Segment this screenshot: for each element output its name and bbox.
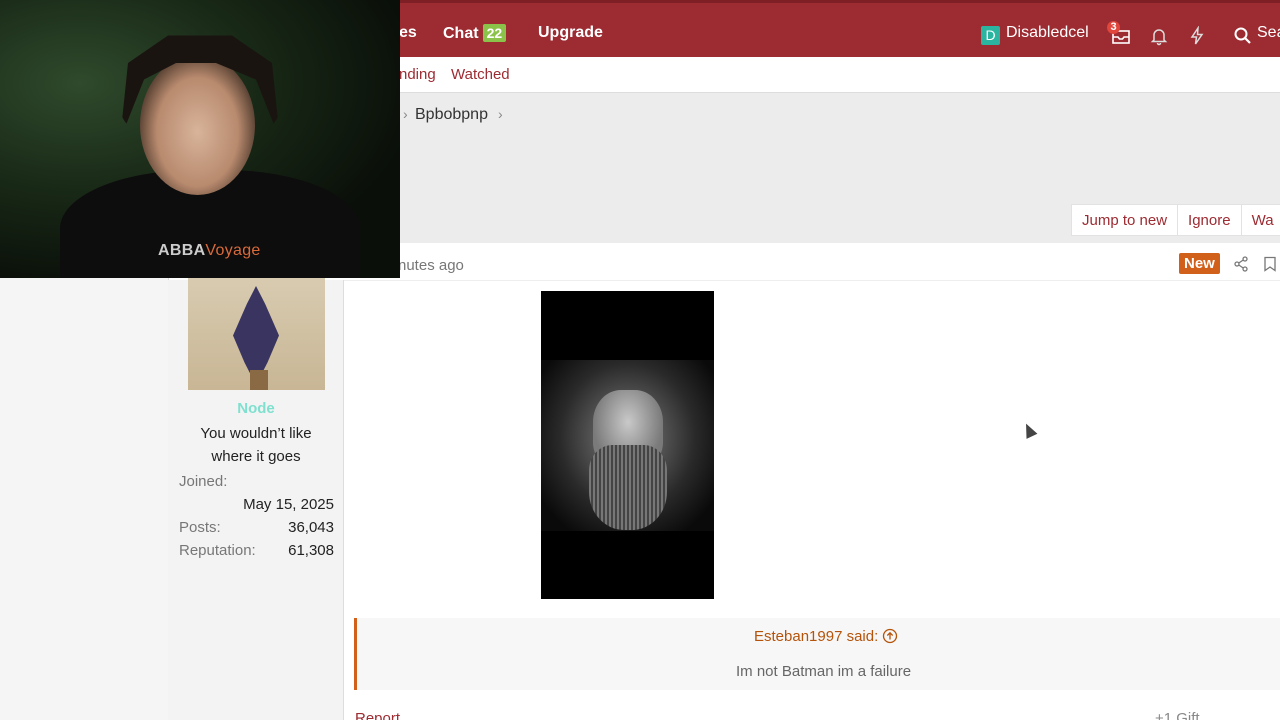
search-label[interactable]: Sea: [1257, 24, 1280, 42]
chevron-right-icon: ›: [498, 106, 503, 122]
chat-count-badge: 22: [482, 24, 507, 42]
joined-label: Joined:: [179, 473, 228, 490]
quote-text: Im not Batman im a failure: [736, 663, 912, 680]
author-title: You wouldn’t like where it goes: [200, 425, 312, 465]
webcam-face: [140, 55, 255, 195]
subnav-link-watched[interactable]: Watched: [451, 66, 510, 83]
posts-label: Posts:: [179, 519, 221, 536]
user-avatar[interactable]: D: [981, 26, 1000, 45]
subnav-link-trending[interactable]: nding: [399, 66, 436, 83]
posts-value: 36,043: [288, 519, 334, 536]
author-username[interactable]: Node: [168, 400, 344, 417]
thread-actions: Jump to new Ignore Wa: [1071, 204, 1280, 236]
shirt-text-abba: ABBA: [158, 242, 206, 259]
shirt-logo: ABBAVoyage: [158, 242, 261, 260]
quote-author-text: Esteban1997 said:: [754, 628, 879, 645]
portrait-photo: [541, 360, 714, 531]
search-icon[interactable]: [1233, 26, 1253, 46]
quote-author[interactable]: Esteban1997 said:: [754, 628, 898, 645]
new-badge: New: [1179, 253, 1220, 274]
bookmark-icon[interactable]: [1262, 256, 1278, 272]
inbox-count-badge: 3: [1107, 21, 1120, 34]
breadcrumb-current[interactable]: Bpbobpnp: [415, 106, 488, 124]
account-username[interactable]: Disabledcel: [1006, 24, 1089, 42]
post-footer-actions[interactable]: +1 Gift: [1155, 710, 1200, 720]
share-icon[interactable]: [1233, 256, 1249, 272]
reputation-value: 61,308: [288, 542, 334, 559]
post-timestamp[interactable]: nutes ago: [398, 257, 464, 274]
jump-to-new-button[interactable]: Jump to new: [1072, 205, 1179, 235]
author-avatar[interactable]: [188, 278, 325, 390]
post-header: [344, 243, 1280, 281]
ignore-button[interactable]: Ignore: [1178, 205, 1242, 235]
arrow-up-circle-icon[interactable]: [882, 628, 898, 644]
shirt-text-voyage: Voyage: [205, 242, 261, 259]
webcam-overlay: ABBAVoyage: [0, 0, 400, 278]
portrait-beard: [589, 445, 667, 530]
bell-icon[interactable]: [1149, 26, 1169, 46]
report-link[interactable]: Report: [355, 710, 400, 720]
joined-value: May 15, 2025: [243, 496, 334, 513]
avatar-figure: [233, 286, 279, 376]
reputation-label: Reputation:: [179, 542, 256, 559]
nav-item-chat[interactable]: Chat 22: [443, 24, 507, 43]
chevron-right-icon: ›: [403, 106, 408, 122]
avatar-box: [250, 370, 268, 390]
bolt-icon[interactable]: [1187, 26, 1207, 46]
post-image[interactable]: [541, 291, 714, 599]
nav-item-partial[interactable]: es: [399, 24, 417, 42]
nav-item-upgrade[interactable]: Upgrade: [538, 24, 603, 42]
watch-button[interactable]: Wa: [1242, 205, 1280, 235]
chat-label: Chat: [443, 25, 479, 42]
